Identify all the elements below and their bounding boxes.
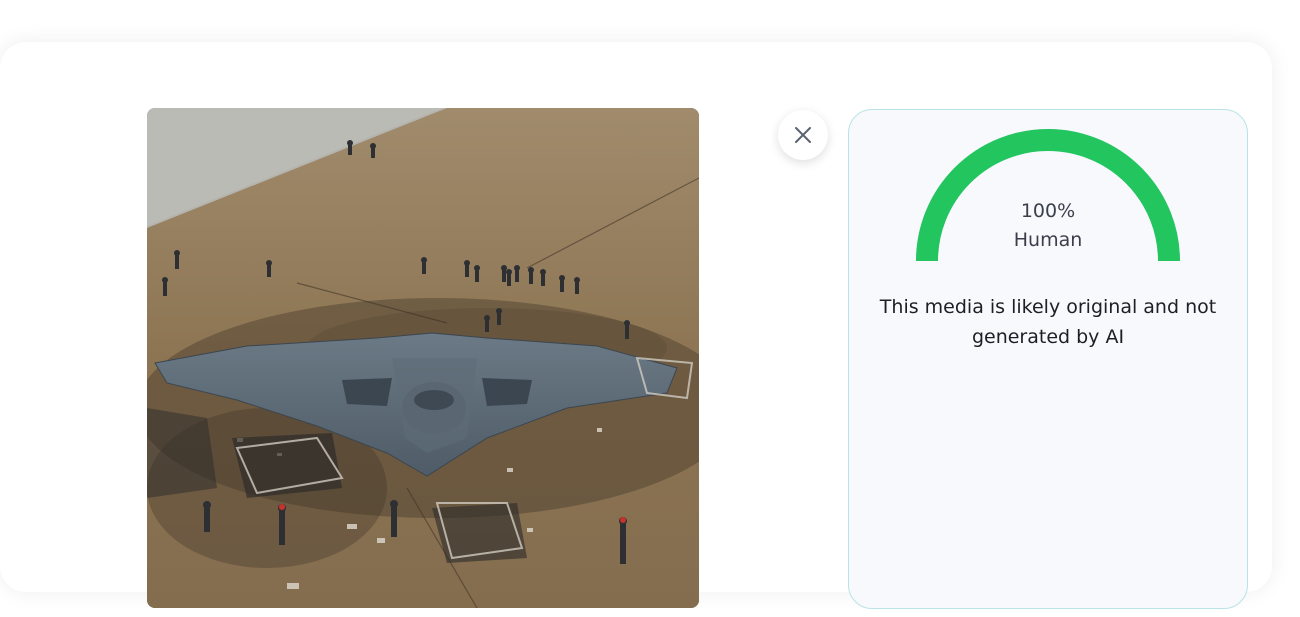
detection-result-panel: 100% Human This media is likely original… bbox=[848, 109, 1248, 609]
close-button[interactable] bbox=[778, 110, 828, 160]
result-modal: 100% Human This media is likely original… bbox=[0, 42, 1272, 609]
media-photo bbox=[147, 108, 699, 608]
verdict-message: This media is likely original and not ge… bbox=[879, 296, 1217, 348]
score-percentage: 100% bbox=[1020, 200, 1076, 222]
score-classification-label: Human bbox=[1013, 229, 1083, 251]
close-icon bbox=[795, 127, 811, 143]
uploaded-media-image bbox=[147, 108, 699, 608]
